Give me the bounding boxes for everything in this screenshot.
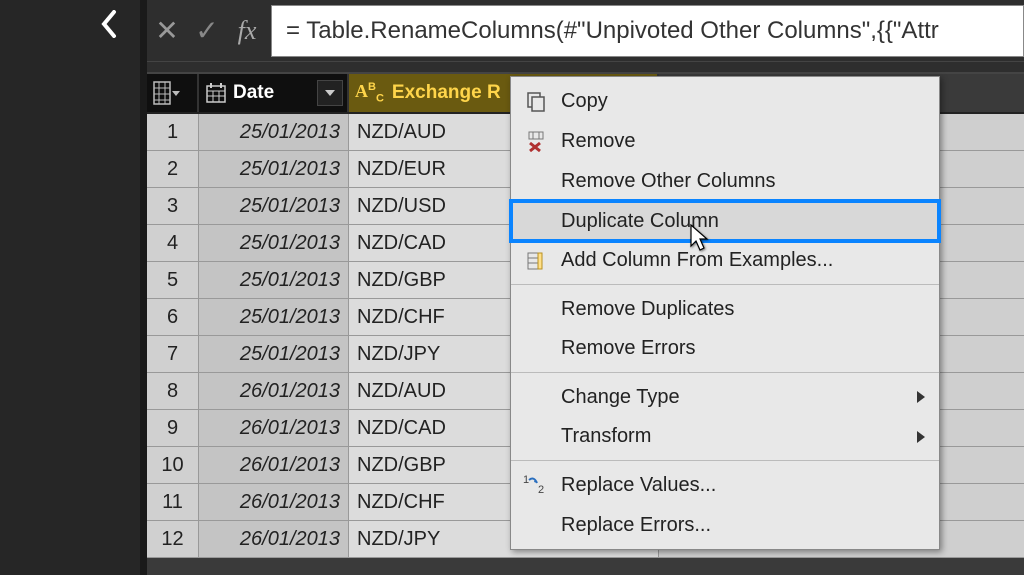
menu-label: Change Type	[561, 386, 680, 409]
mouse-cursor-icon	[690, 224, 712, 257]
cell-date[interactable]: 26/01/2013	[199, 410, 349, 446]
row-number[interactable]: 5	[147, 262, 199, 298]
cell-date[interactable]: 26/01/2013	[199, 373, 349, 409]
row-number[interactable]: 9	[147, 410, 199, 446]
column-context-menu: Copy Remove Remove Other Columns Duplica…	[510, 76, 940, 550]
cell-date[interactable]: 25/01/2013	[199, 299, 349, 335]
menu-label: Replace Errors...	[561, 514, 711, 537]
formula-input[interactable]: = Table.RenameColumns(#"Unpivoted Other …	[271, 5, 1024, 57]
fx-icon[interactable]: fx	[227, 6, 267, 56]
cell-date[interactable]: 25/01/2013	[199, 151, 349, 187]
formula-cancel-button[interactable]: ✕	[147, 6, 187, 56]
menu-label: Remove Other Columns	[561, 170, 776, 193]
menu-label: Remove Duplicates	[561, 298, 734, 321]
formula-confirm-button[interactable]: ✓	[187, 6, 227, 56]
menu-label: Replace Values...	[561, 474, 716, 497]
left-nav-panel	[0, 0, 140, 575]
submenu-arrow-icon	[917, 391, 925, 403]
replace-values-icon: 12	[523, 472, 549, 498]
text-type-icon: ABC	[355, 81, 384, 105]
cell-date[interactable]: 26/01/2013	[199, 447, 349, 483]
row-number[interactable]: 1	[147, 114, 199, 150]
row-number[interactable]: 7	[147, 336, 199, 372]
submenu-arrow-icon	[917, 431, 925, 443]
menu-copy[interactable]: Copy	[511, 81, 939, 121]
menu-remove[interactable]: Remove	[511, 121, 939, 161]
cell-date[interactable]: 25/01/2013	[199, 225, 349, 261]
cell-date[interactable]: 25/01/2013	[199, 114, 349, 150]
menu-label: Transform	[561, 425, 651, 448]
svg-text:1: 1	[523, 474, 529, 486]
menu-remove-errors[interactable]: Remove Errors	[511, 329, 939, 373]
table-corner-button[interactable]	[147, 74, 199, 112]
row-number[interactable]: 4	[147, 225, 199, 261]
row-number[interactable]: 2	[147, 151, 199, 187]
menu-transform[interactable]: Transform	[511, 417, 939, 461]
copy-icon	[523, 88, 549, 114]
row-number[interactable]: 8	[147, 373, 199, 409]
column-filter-dropdown[interactable]	[317, 80, 343, 106]
column-header-label: Date	[233, 82, 274, 104]
menu-remove-other-columns[interactable]: Remove Other Columns	[511, 161, 939, 201]
cell-date[interactable]: 26/01/2013	[199, 521, 349, 557]
row-number[interactable]: 10	[147, 447, 199, 483]
menu-remove-duplicates[interactable]: Remove Duplicates	[511, 289, 939, 329]
menu-add-column-from-examples[interactable]: Add Column From Examples...	[511, 241, 939, 285]
column-header-label: Exchange R	[392, 82, 501, 104]
menu-replace-errors[interactable]: Replace Errors...	[511, 505, 939, 545]
column-header-date[interactable]: Date	[199, 74, 349, 112]
svg-text:2: 2	[538, 484, 544, 496]
row-number[interactable]: 11	[147, 484, 199, 520]
remove-column-icon	[523, 128, 549, 154]
add-column-icon	[523, 248, 549, 274]
menu-replace-values[interactable]: 12 Replace Values...	[511, 465, 939, 505]
row-number[interactable]: 12	[147, 521, 199, 557]
cell-date[interactable]: 25/01/2013	[199, 336, 349, 372]
cell-date[interactable]: 25/01/2013	[199, 262, 349, 298]
menu-label: Remove Errors	[561, 337, 695, 360]
formula-bar: ✕ ✓ fx = Table.RenameColumns(#"Unpivoted…	[147, 0, 1024, 62]
menu-label: Remove	[561, 130, 635, 153]
cell-date[interactable]: 25/01/2013	[199, 188, 349, 224]
calendar-icon	[205, 82, 227, 104]
cell-date[interactable]: 26/01/2013	[199, 484, 349, 520]
row-number[interactable]: 3	[147, 188, 199, 224]
back-chevron-icon[interactable]	[100, 10, 118, 45]
menu-change-type[interactable]: Change Type	[511, 377, 939, 417]
row-number[interactable]: 6	[147, 299, 199, 335]
menu-duplicate-column[interactable]: Duplicate Column	[511, 201, 939, 241]
menu-label: Copy	[561, 90, 608, 113]
